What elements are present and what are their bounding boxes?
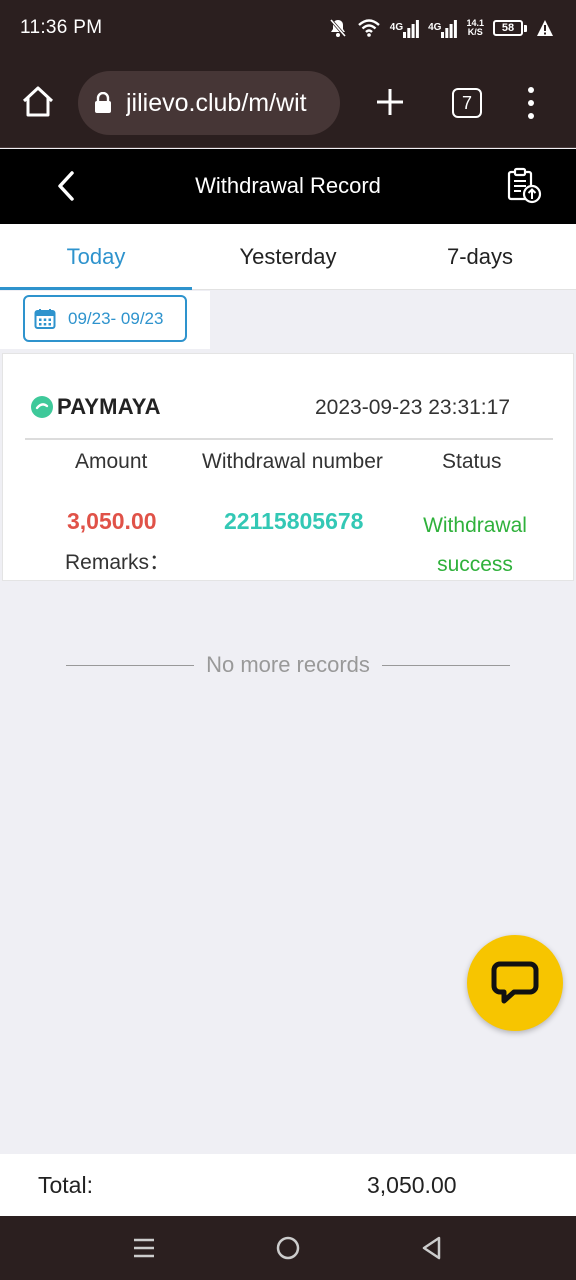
total-label: Total: xyxy=(38,1172,93,1198)
amount-value: 3,050.00 xyxy=(67,508,157,534)
new-tab-button[interactable] xyxy=(374,86,406,118)
mute-icon xyxy=(328,18,348,38)
total-bar: Total: 3,050.00 xyxy=(0,1154,576,1216)
withdrawal-number-value: 22115805678 xyxy=(224,508,364,534)
menu-dot xyxy=(528,87,534,93)
date-tabs: Today Yesterday 7-days xyxy=(0,224,576,290)
no-more-records-text: No more records xyxy=(206,652,370,677)
divider xyxy=(25,438,553,440)
alert-icon xyxy=(536,19,554,37)
divider xyxy=(381,664,510,666)
chat-bubble-icon xyxy=(491,961,539,1004)
divider xyxy=(66,664,195,666)
status-bar: 11:36 PM 4G 4G 14.1 K/S 58 xyxy=(0,0,576,58)
plus-icon xyxy=(377,89,403,115)
page-header: Withdrawal Record xyxy=(0,149,576,224)
status-value: Withdrawal success xyxy=(423,514,527,576)
calendar-icon xyxy=(34,308,56,329)
record-datetime: 2023-09-23 23:31:17 xyxy=(315,396,510,419)
speed-unit: K/S xyxy=(467,27,483,37)
url-text: jilievo.club/m/wit xyxy=(126,88,307,117)
network-label: 4G xyxy=(389,22,404,33)
browser-toolbar: jilievo.club/m/wit 7 xyxy=(0,58,576,148)
payment-method-name: PAYMAYA xyxy=(57,394,161,419)
menu-dot xyxy=(528,100,534,106)
back-nav-button[interactable] xyxy=(418,1234,446,1262)
clipboard-upload-icon xyxy=(507,167,542,204)
signal-icon: 4G xyxy=(428,18,458,38)
withdrawal-number-header: Withdrawal number xyxy=(202,450,383,473)
home-nav-button[interactable] xyxy=(274,1234,302,1262)
network-label: 4G xyxy=(428,22,442,33)
address-bar[interactable]: jilievo.club/m/wit xyxy=(78,71,340,135)
status-header: Status xyxy=(442,450,502,473)
date-filter-row: 09/23- 09/23 xyxy=(0,291,210,349)
withdrawal-record-card[interactable]: PAYMAYA 2023-09-23 23:31:17 Amount Withd… xyxy=(2,353,574,581)
menu-lines-icon xyxy=(134,1238,154,1258)
payment-method: PAYMAYA xyxy=(31,394,161,420)
paymaya-logo-icon xyxy=(31,396,53,418)
speed-indicator: 14.1 K/S xyxy=(466,19,484,37)
total-value: 3,050.00 xyxy=(367,1172,457,1198)
battery-level: 58 xyxy=(493,20,523,36)
status-icons: 4G 4G 14.1 K/S 58 xyxy=(328,14,554,42)
tab-yesterday[interactable]: Yesterday xyxy=(192,224,384,290)
circle-icon xyxy=(276,1236,300,1260)
signal-icon: 4G xyxy=(389,18,420,38)
date-range-picker[interactable]: 09/23- 09/23 xyxy=(23,295,187,342)
date-range-text: 09/23- 09/23 xyxy=(68,308,164,328)
menu-dot xyxy=(528,113,534,119)
wifi-icon xyxy=(357,18,381,38)
status-time: 11:36 PM xyxy=(20,17,103,38)
tab-7-days[interactable]: 7-days xyxy=(384,224,576,290)
support-chat-button[interactable] xyxy=(467,935,563,1031)
home-icon xyxy=(22,86,54,117)
no-more-records: No more records xyxy=(66,650,510,680)
browser-menu-button[interactable] xyxy=(520,84,542,122)
tab-today[interactable]: Today xyxy=(0,224,192,290)
export-button[interactable] xyxy=(504,165,544,205)
remarks-label: Remarks： xyxy=(65,551,171,574)
lock-icon xyxy=(95,92,111,113)
amount-header: Amount xyxy=(75,450,148,473)
system-nav-bar xyxy=(0,1216,576,1280)
active-tab-indicator xyxy=(0,287,192,290)
page-title: Withdrawal Record xyxy=(195,173,381,198)
recents-button[interactable] xyxy=(130,1234,158,1262)
battery-icon: 58 xyxy=(493,20,527,36)
tab-switcher-button[interactable]: 7 xyxy=(452,88,482,118)
home-button[interactable] xyxy=(20,84,56,120)
triangle-back-icon xyxy=(422,1236,441,1260)
